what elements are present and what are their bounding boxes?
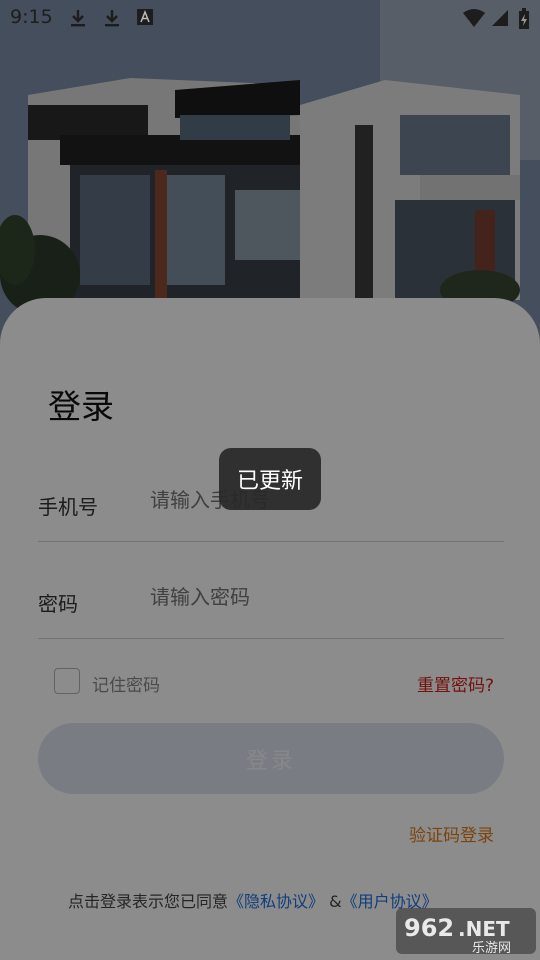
phone-divider <box>38 541 504 542</box>
password-divider <box>38 638 504 639</box>
download-icon <box>105 10 119 27</box>
watermark-site: 乐游网 <box>472 941 511 956</box>
page-title: 登录 <box>48 387 114 426</box>
font-a-icon <box>137 9 153 25</box>
agreement-text: 点击登录表示您已同意《隐私协议》 &《用户协议》 <box>68 888 438 912</box>
agreement-prefix: 点击登录表示您已同意 <box>68 892 229 911</box>
watermark-logo: 962 .NET 乐游网 <box>396 906 536 956</box>
login-sheet: 登录 手机号 密码 记住密码 重置密码? 登录 验证码登录 点击登录表示您已同意… <box>0 298 540 960</box>
watermark-net: .NET <box>458 917 510 941</box>
remember-password-checkbox[interactable] <box>54 668 80 694</box>
code-login-link[interactable]: 验证码登录 <box>409 821 494 846</box>
login-button[interactable]: 登录 <box>38 723 504 794</box>
status-bar: 9:15 <box>0 0 540 36</box>
privacy-policy-link[interactable]: 《隐私协议》 <box>228 892 324 911</box>
download-icon <box>71 10 85 27</box>
remember-password-label: 记住密码 <box>92 676 160 696</box>
watermark-number: 962 <box>404 914 454 942</box>
password-input[interactable] <box>150 585 490 609</box>
agreement-amp: & <box>329 892 342 911</box>
reset-password-link[interactable]: 重置密码? <box>417 671 494 696</box>
signal-icon <box>492 10 508 26</box>
hero-house-image <box>0 0 540 340</box>
battery-charging-icon <box>519 8 529 29</box>
password-label: 密码 <box>38 592 78 616</box>
toast-text: 已更新 <box>236 469 303 494</box>
toast-message: 已更新 <box>219 448 321 510</box>
wifi-icon <box>463 9 485 27</box>
phone-label: 手机号 <box>38 495 98 519</box>
status-time: 9:15 <box>10 6 53 28</box>
